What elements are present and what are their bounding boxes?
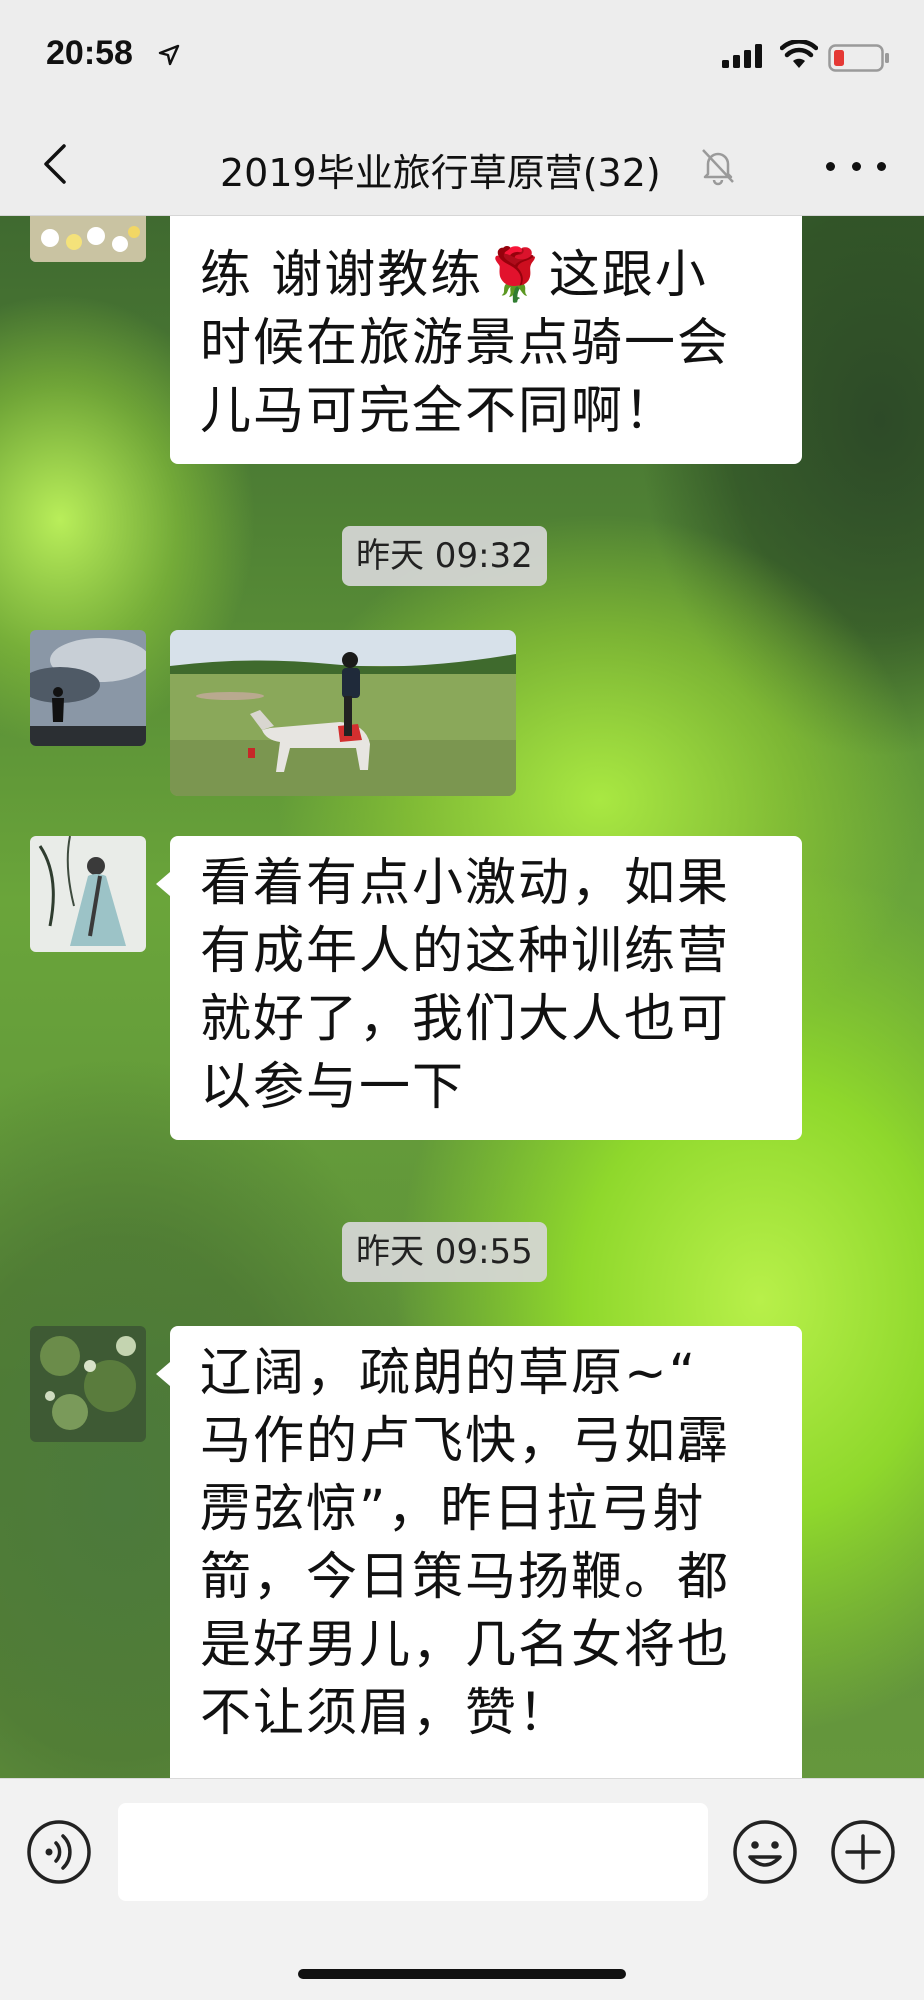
message-bubble[interactable]: 练 谢谢教练🌹这跟小 时候在旅游景点骑一会 儿马可完全不同啊！ [170,216,802,464]
photo-message[interactable] [170,630,516,796]
message-line: 雳弦惊”，昨日拉弓射 [200,1480,706,1539]
message-line: 看着有点小激动，如果 [200,854,731,913]
timestamp: 昨天 09:55 [342,1222,547,1282]
wifi-icon [780,40,818,68]
voice-icon[interactable] [26,1819,92,1885]
message-line: 马作的卢飞快，弓如霹 [200,1412,731,1471]
message-line: 不让须眉，赞！ [200,1684,572,1743]
input-bar [0,1778,924,2000]
more-options-button[interactable] [826,148,886,184]
emoji-icon[interactable] [732,1819,798,1885]
home-indicator[interactable] [298,1969,626,1979]
message-line: 是好男儿，几名女将也 [200,1616,731,1675]
avatar[interactable] [30,216,146,262]
chat-messages[interactable]: 练 谢谢教练🌹这跟小 时候在旅游景点骑一会 儿马可完全不同啊！ 昨天 09:32 [0,216,924,1778]
message-line: 有成年人的这种训练营 [200,922,731,981]
chevron-left-icon [44,144,66,184]
chat-title: 2019毕业旅行草原营(32) [220,151,661,195]
avatar[interactable] [30,630,146,746]
message-input[interactable] [118,1803,708,1901]
avatar[interactable] [30,1326,146,1442]
message-line: 箭，今日策马扬鞭。都 [200,1548,731,1607]
plus-icon[interactable] [830,1819,896,1885]
message-line: 儿马可完全不同啊！ [200,382,678,441]
message-line: 就好了，我们大人也可 [200,990,731,1049]
message-line: 练 谢谢教练🌹这跟小 [200,246,708,305]
chat-header: 2019毕业旅行草原营(32) [0,112,924,216]
message-bubble[interactable]: 看着有点小激动，如果 有成年人的这种训练营 就好了，我们大人也可 以参与一下 [156,836,802,1140]
message-bubble[interactable]: 辽阔，疏朗的草原~“ 马作的卢飞快，弓如霹 雳弦惊”，昨日拉弓射 箭，今日策马扬… [156,1326,802,1778]
avatar[interactable] [30,836,146,952]
status-bar: 20:58 [0,0,924,112]
message-line: 辽阔，疏朗的草原~“ [200,1344,698,1403]
status-time: 20:58 [46,34,133,72]
more-dot [877,161,886,171]
more-dot [826,161,835,171]
cellular-signal-icon [722,44,762,68]
more-dot [851,161,861,171]
message-line: 时候在旅游景点骑一会 [200,314,731,373]
location-arrow-icon [158,44,180,66]
message-line: 以参与一下 [200,1058,466,1117]
back-button[interactable] [30,136,80,192]
bell-slash-icon [702,149,734,186]
battery-low-icon [828,44,889,72]
timestamp: 昨天 09:32 [342,526,547,586]
